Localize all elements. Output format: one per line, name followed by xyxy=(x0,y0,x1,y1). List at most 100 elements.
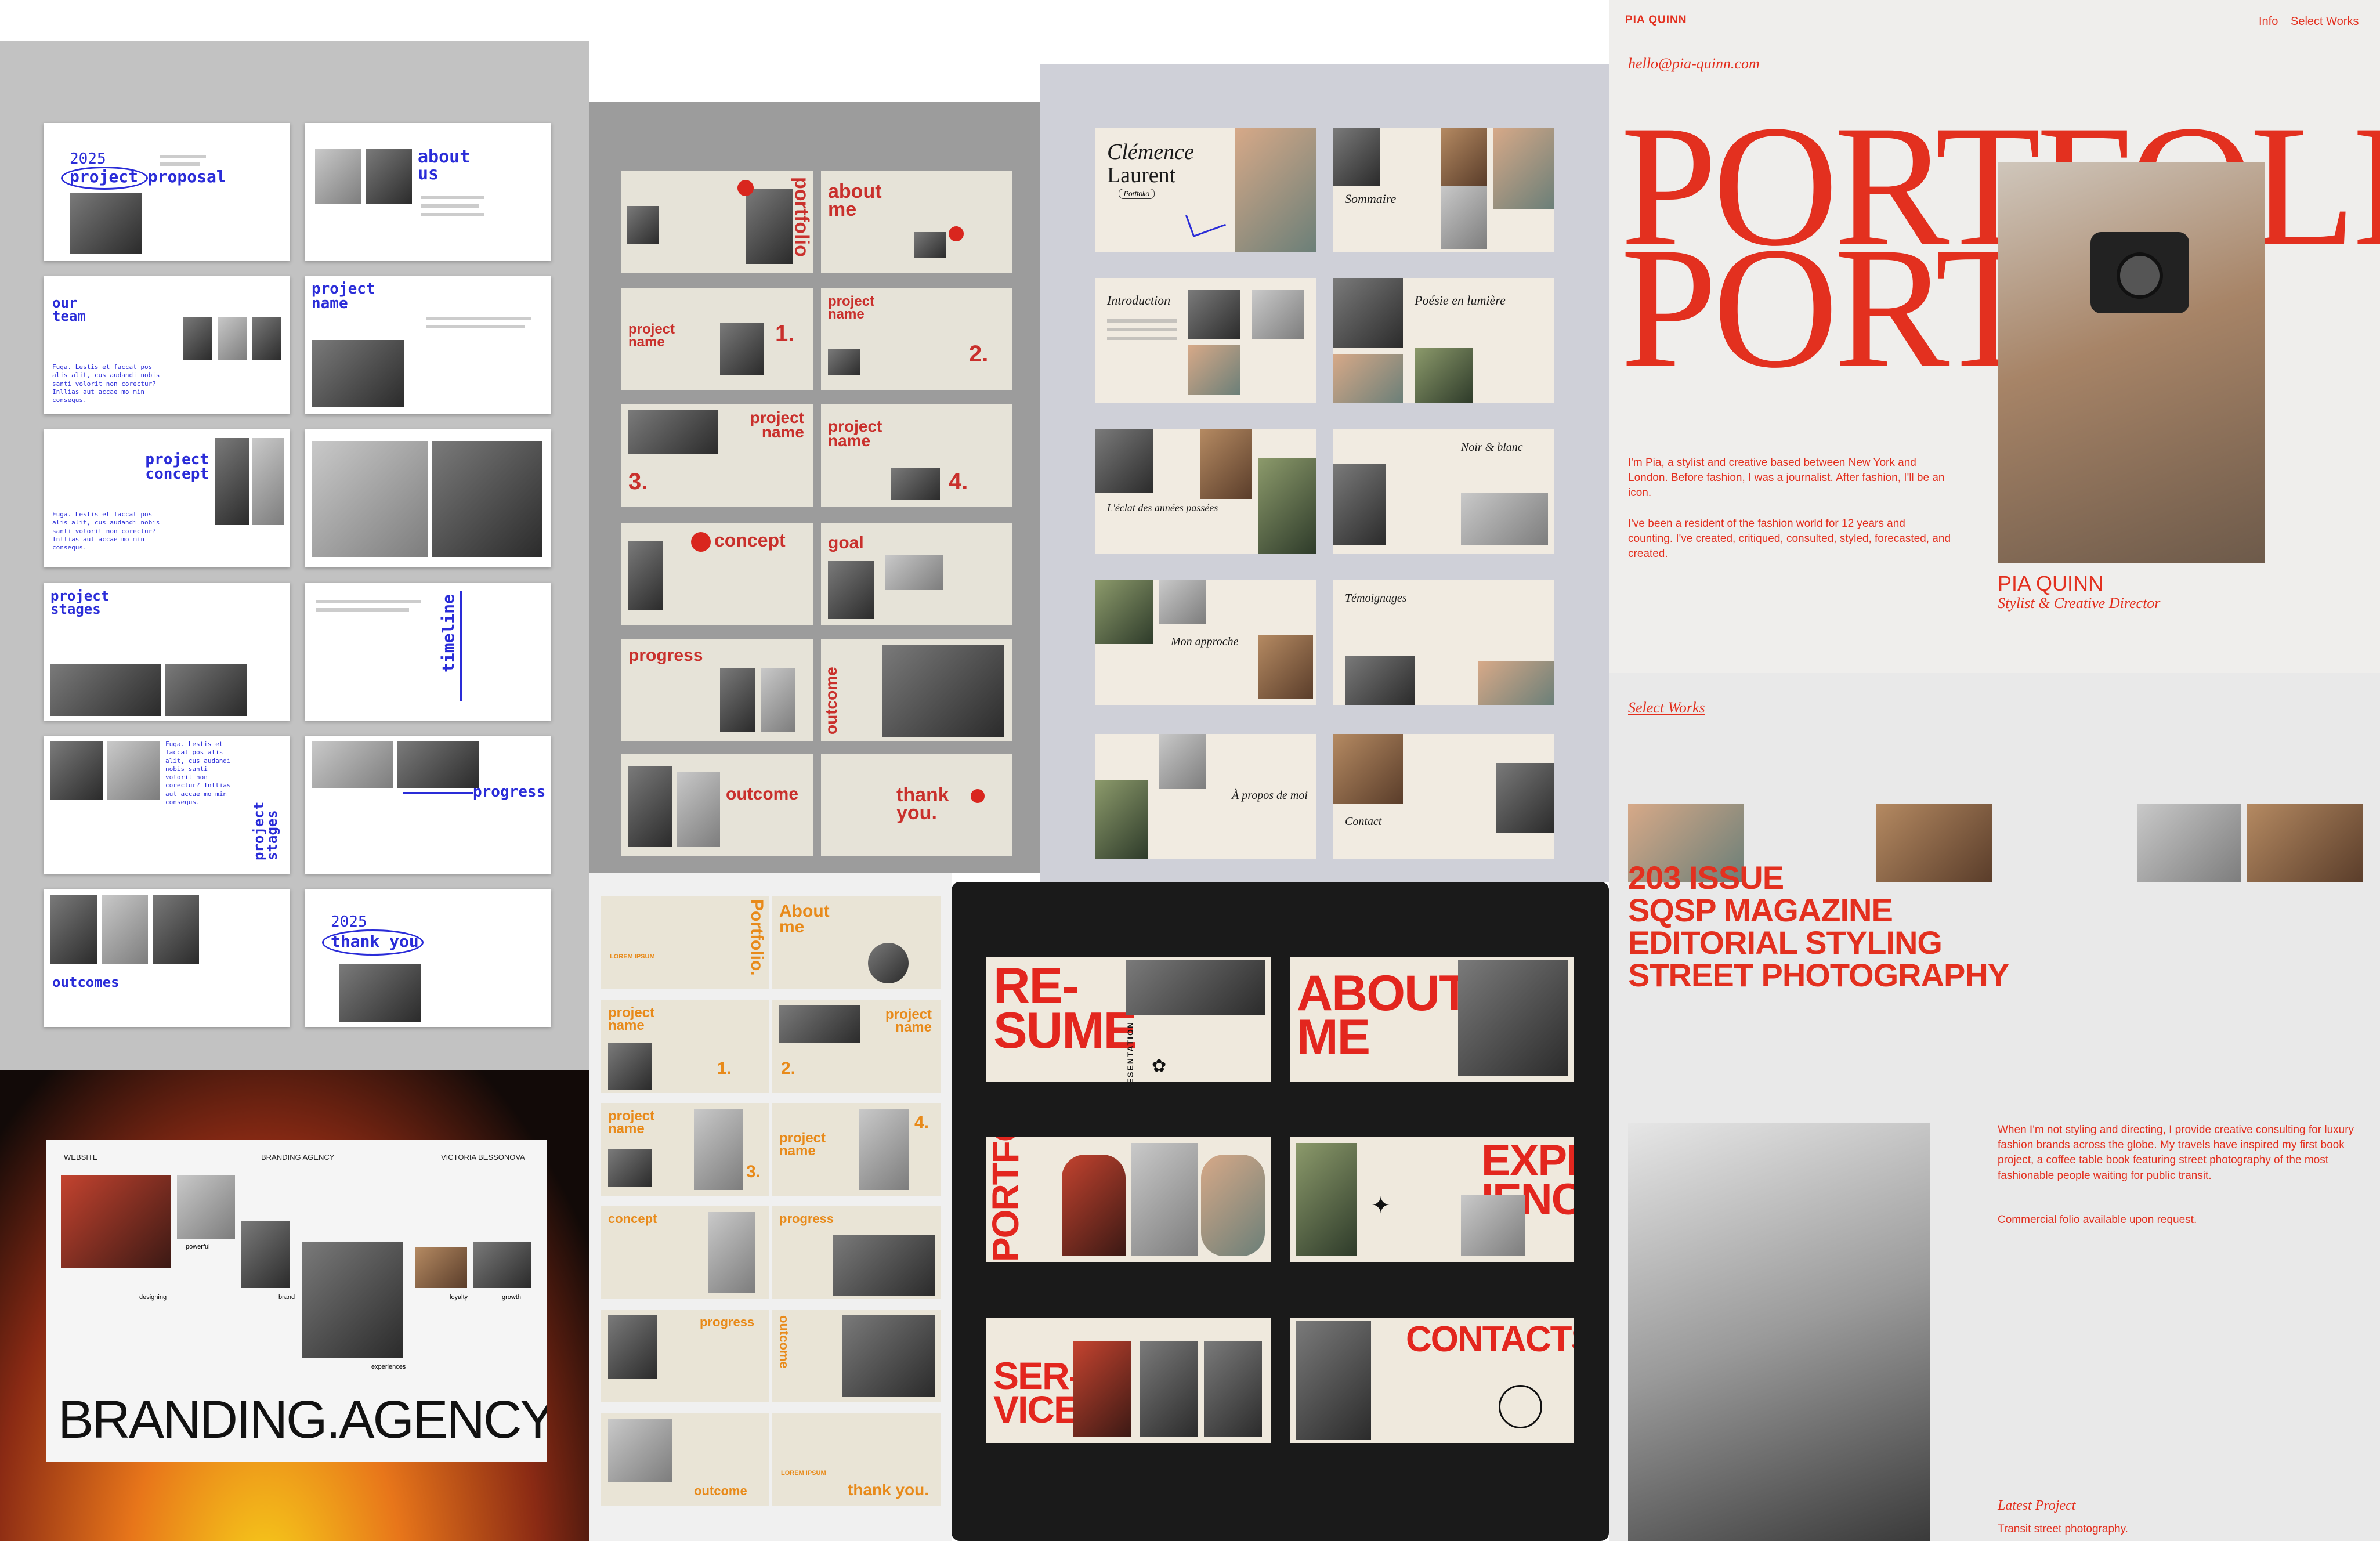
slide-services[interactable]: SER- VICES xyxy=(986,1318,1271,1443)
slide-concept[interactable]: concept xyxy=(621,523,813,625)
slide-temoignages[interactable]: Témoignages xyxy=(1333,580,1554,705)
slide-goal[interactable]: goal xyxy=(821,523,1012,625)
photo xyxy=(720,323,764,375)
word-powerful: powerful xyxy=(186,1243,210,1250)
works-list: 203 ISSUE SQSP MAGAZINE EDITORIAL STYLIN… xyxy=(1628,862,2009,992)
slide-outcomes[interactable]: outcomes xyxy=(44,889,290,1027)
slide-poesie[interactable]: Poésie en lumière xyxy=(1333,278,1554,403)
work-item[interactable]: SQSP MAGAZINE xyxy=(1628,894,2009,927)
slide-about[interactable]: About me xyxy=(772,896,941,989)
photo xyxy=(859,1109,909,1190)
slide-project-concept[interactable]: project concept Fuga. Lestis et faccat p… xyxy=(44,429,290,567)
photo xyxy=(415,1247,467,1288)
slide-noir-blanc[interactable]: Noir & blanc xyxy=(1333,429,1554,554)
slide-apropos[interactable]: À propos de moi xyxy=(1095,734,1316,859)
slide-portfolio[interactable]: portfolio xyxy=(621,171,813,273)
slide-project-1[interactable]: project name 1. xyxy=(601,1000,769,1093)
outcome-title: outcome xyxy=(726,784,799,804)
thank-you-title: thank you. xyxy=(896,784,949,824)
photo xyxy=(694,1109,743,1190)
photo xyxy=(1345,656,1415,705)
about-title: About me xyxy=(779,902,830,936)
photo xyxy=(397,741,479,788)
slide-eclat[interactable]: L'éclat des années passées xyxy=(1095,429,1316,554)
consulting-paragraph: When I'm not styling and directing, I pr… xyxy=(1998,1124,2354,1182)
panel-portfolio-red: portfolio about me project name 1. proje… xyxy=(589,102,1040,873)
photo xyxy=(628,410,718,454)
photo xyxy=(828,561,874,619)
work-thumb-3[interactable] xyxy=(2137,804,2241,882)
slide-project-2[interactable]: project name 2. xyxy=(821,288,1012,390)
photo xyxy=(608,1419,672,1482)
slide-project-3[interactable]: project name 3. xyxy=(621,404,813,507)
slide-progress[interactable]: progress xyxy=(772,1206,941,1299)
project-concept-title: project concept xyxy=(145,451,209,483)
slide-branding[interactable]: WEBSITE BRANDING AGENCY VICTORIA BESSONO… xyxy=(46,1140,547,1462)
select-works-link[interactable]: Select Works xyxy=(1628,699,1705,717)
slide-contact[interactable]: Contact xyxy=(1333,734,1554,859)
brand-logo[interactable]: PIA QUINN xyxy=(1625,14,1687,27)
slide-project-1[interactable]: project name 1. xyxy=(621,288,813,390)
photo xyxy=(153,895,199,964)
slide-project-2[interactable]: project name 2. xyxy=(772,1000,941,1093)
number-1: 1. xyxy=(717,1059,732,1078)
photo xyxy=(677,772,720,847)
slide-outcome[interactable]: outcome xyxy=(821,639,1012,741)
slide-project-3[interactable]: project name 3. xyxy=(601,1103,769,1196)
slide-portfolio[interactable]: PORTFOLIO xyxy=(986,1137,1271,1262)
slide-thank-you[interactable]: LOREM IPSUM thank you. xyxy=(772,1413,941,1506)
email-link[interactable]: hello@pia-quinn.com xyxy=(1628,55,1760,73)
slide-portfolio[interactable]: LOREM IPSUM Portfolio. xyxy=(601,896,769,989)
slide-progress[interactable]: progress xyxy=(305,736,551,874)
work-item[interactable]: 203 ISSUE xyxy=(1628,862,2009,894)
project-stages-vertical: project stages xyxy=(251,801,280,860)
slide-outcome-2[interactable]: outcome xyxy=(621,754,813,856)
slide-cover[interactable]: Clémence Laurent Portfolio xyxy=(1095,128,1316,252)
work-thumb-4[interactable] xyxy=(2247,804,2363,882)
slide-project-name[interactable]: project name xyxy=(305,276,551,414)
slide-progress-2[interactable]: progress xyxy=(601,1310,769,1402)
photo xyxy=(1095,780,1148,859)
slide-photo-collage[interactable] xyxy=(305,429,551,567)
slide-about-us[interactable]: about us xyxy=(305,123,551,261)
slide-contacts[interactable]: CONTACTS xyxy=(1290,1318,1574,1443)
word-designing: designing xyxy=(139,1294,167,1301)
slide-stages-photos[interactable]: Fuga. Lestis et faccat pos alis alit, cu… xyxy=(44,736,290,874)
work-item[interactable]: STREET PHOTOGRAPHY xyxy=(1628,959,2009,992)
slide-about-me[interactable]: about me xyxy=(821,171,1012,273)
outcomes-title: outcomes xyxy=(52,974,120,990)
slide-about-me[interactable]: ABOUT ME xyxy=(1290,957,1574,1082)
slide-project-stages[interactable]: project stages xyxy=(44,583,290,721)
slide-approche[interactable]: Mon approche xyxy=(1095,580,1316,705)
noir-title: Noir & blanc xyxy=(1461,441,1523,454)
slide-sommaire[interactable]: Sommaire xyxy=(1333,128,1554,252)
slide-outcome-2[interactable]: outcome xyxy=(601,1413,769,1506)
website-label[interactable]: WEBSITE xyxy=(64,1153,98,1162)
photo xyxy=(882,645,1004,737)
work-item[interactable]: EDITORIAL STYLING xyxy=(1628,927,2009,959)
slide-our-team[interactable]: our team Fuga. Lestis et faccat pos alis… xyxy=(44,276,290,414)
contact-title: Contact xyxy=(1345,815,1382,828)
photo xyxy=(828,349,860,375)
slide-title[interactable]: 2025 project proposal xyxy=(44,123,290,261)
slide-progress[interactable]: progress xyxy=(621,639,813,741)
nav-info[interactable]: Info xyxy=(2259,15,2278,28)
slide-project-4[interactable]: project name 4. xyxy=(821,404,1012,507)
slide-outcome[interactable]: outcome xyxy=(772,1310,941,1402)
lorem-label: LOREM IPSUM xyxy=(781,1470,826,1477)
presentation-label: PRESENTATION xyxy=(1126,1021,1135,1082)
portfolio-tag: Portfolio xyxy=(1119,189,1155,199)
introduction-title: Introduction xyxy=(1107,293,1171,308)
photo xyxy=(1478,661,1554,705)
slide-timeline[interactable]: timeline xyxy=(305,583,551,721)
number-2: 2. xyxy=(969,341,989,367)
nav-select-works[interactable]: Select Works xyxy=(2291,15,2359,28)
thank-year: 2025 xyxy=(331,913,367,931)
slide-introduction[interactable]: Introduction xyxy=(1095,278,1316,403)
slide-thank-you[interactable]: 2025 thank you xyxy=(305,889,551,1027)
slide-resume[interactable]: RE- SUME PRESENTATION ✿ xyxy=(986,957,1271,1082)
slide-thank-you[interactable]: thank you. xyxy=(821,754,1012,856)
slide-experience[interactable]: ✦ EXPER IENCE xyxy=(1290,1137,1574,1262)
slide-concept[interactable]: concept xyxy=(601,1206,769,1299)
slide-project-4[interactable]: project name 4. xyxy=(772,1103,941,1196)
